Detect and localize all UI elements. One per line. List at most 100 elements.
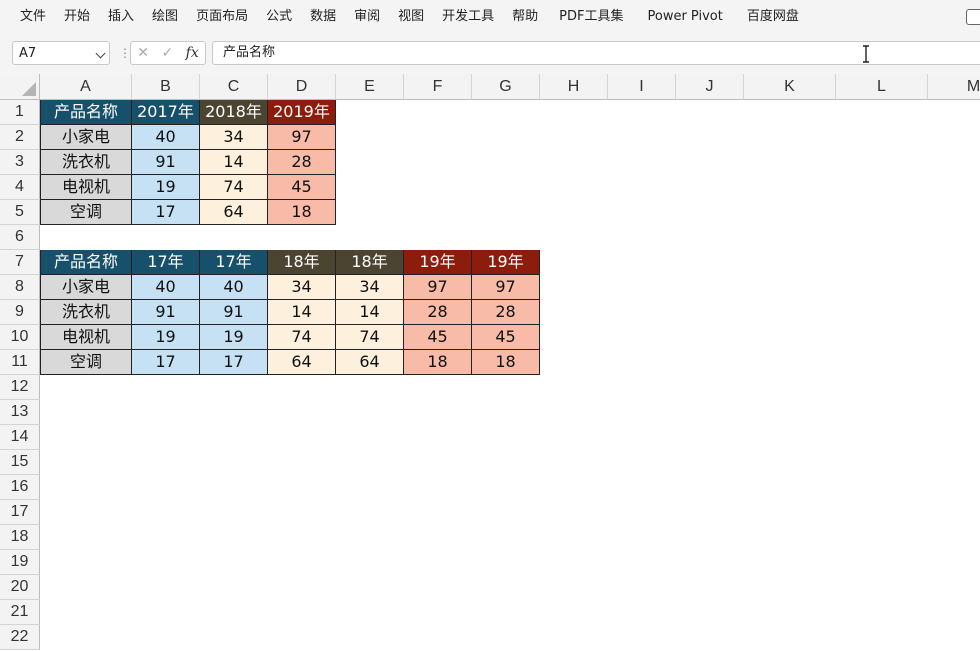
column-header[interactable]: L [836,74,928,100]
row-header[interactable]: 18 [0,525,40,550]
table-cell[interactable]: 28 [472,300,540,325]
table-header-cell[interactable]: 18年 [268,250,336,275]
menu-baidu-netdisk[interactable]: 百度网盘 [735,0,811,34]
table-cell[interactable]: 40 [200,275,268,300]
table-cell[interactable]: 18 [268,200,336,225]
table-header-cell[interactable]: 2017年 [132,100,200,125]
table-header-cell[interactable]: 产品名称 [40,100,132,125]
row-header[interactable]: 14 [0,425,40,450]
row-header[interactable]: 12 [0,375,40,400]
row-header[interactable]: 11 [0,350,40,375]
menu-formulas[interactable]: 公式 [257,0,301,34]
row-header[interactable]: 13 [0,400,40,425]
column-header[interactable]: M [928,74,980,100]
table-cell[interactable]: 64 [268,350,336,375]
table-header-cell[interactable]: 19年 [404,250,472,275]
menu-pdf-tools[interactable]: PDF工具集 [547,0,635,34]
table-cell[interactable]: 40 [132,125,200,150]
table-header-cell[interactable]: 19年 [472,250,540,275]
menu-review[interactable]: 审阅 [345,0,389,34]
table-cell[interactable]: 19 [132,325,200,350]
table-cell[interactable]: 91 [132,150,200,175]
row-header[interactable]: 8 [0,275,40,300]
table-header-cell[interactable]: 17年 [200,250,268,275]
table-cell[interactable]: 19 [200,325,268,350]
table-header-cell[interactable]: 2019年 [268,100,336,125]
table-cell[interactable]: 74 [268,325,336,350]
menu-insert[interactable]: 插入 [99,0,143,34]
table-header-cell[interactable]: 17年 [132,250,200,275]
table-cell[interactable]: 34 [336,275,404,300]
table-cell[interactable]: 97 [472,275,540,300]
insert-function-icon[interactable]: fx [186,45,199,61]
column-header[interactable]: A [40,74,132,100]
row-header[interactable]: 5 [0,200,40,225]
confirm-icon[interactable]: ✓ [161,45,173,61]
row-label-cell[interactable]: 空调 [40,200,132,225]
menu-data[interactable]: 数据 [301,0,345,34]
table-cell[interactable]: 18 [404,350,472,375]
menu-file[interactable]: 文件 [0,0,55,34]
menu-page-layout[interactable]: 页面布局 [187,0,257,34]
table-cell[interactable]: 17 [200,350,268,375]
row-header[interactable]: 16 [0,475,40,500]
table-cell[interactable]: 97 [404,275,472,300]
table-cell[interactable]: 17 [132,350,200,375]
row-label-cell[interactable]: 空调 [40,350,132,375]
row-header[interactable]: 15 [0,450,40,475]
table-cell[interactable]: 45 [268,175,336,200]
column-header[interactable]: H [540,74,608,100]
row-header[interactable]: 20 [0,575,40,600]
name-box[interactable]: A7 [12,41,110,65]
spreadsheet-grid[interactable]: A B C D E F G H I J K L M 1 2 3 4 5 6 7 8 9 10 11 12 13 14 15 16 17 18… [0,74,980,651]
column-header[interactable]: C [200,74,268,100]
menu-developer[interactable]: 开发工具 [433,0,503,34]
row-label-cell[interactable]: 电视机 [40,175,132,200]
row-header[interactable]: 9 [0,300,40,325]
cancel-icon[interactable]: ✕ [137,45,149,61]
column-header[interactable]: I [608,74,676,100]
row-label-cell[interactable]: 电视机 [40,325,132,350]
table-cell[interactable]: 34 [268,275,336,300]
menu-view[interactable]: 视图 [389,0,433,34]
row-header[interactable]: 7 [0,250,40,275]
table-cell[interactable]: 19 [132,175,200,200]
row-header[interactable]: 10 [0,325,40,350]
row-label-cell[interactable]: 小家电 [40,275,132,300]
table-cell[interactable]: 14 [268,300,336,325]
table-cell[interactable]: 18 [472,350,540,375]
row-header[interactable]: 17 [0,500,40,525]
row-header[interactable]: 6 [0,225,40,250]
column-header[interactable]: G [472,74,540,100]
table-cell[interactable]: 91 [132,300,200,325]
table-cell[interactable]: 74 [200,175,268,200]
menu-draw[interactable]: 绘图 [143,0,187,34]
table-cell[interactable]: 97 [268,125,336,150]
table-cell[interactable]: 91 [200,300,268,325]
select-all-button[interactable] [0,74,40,100]
row-header[interactable]: 21 [0,600,40,625]
column-header[interactable]: D [268,74,336,100]
row-header[interactable]: 19 [0,550,40,575]
table-cell[interactable]: 74 [336,325,404,350]
row-header[interactable]: 1 [0,100,40,125]
chevron-down-icon[interactable] [95,48,106,59]
table-header-cell[interactable]: 18年 [336,250,404,275]
row-label-cell[interactable]: 洗衣机 [40,150,132,175]
table-header-cell[interactable]: 2018年 [200,100,268,125]
table-cell[interactable]: 14 [336,300,404,325]
table-cell[interactable]: 28 [268,150,336,175]
column-header[interactable]: B [132,74,200,100]
table-cell[interactable]: 40 [132,275,200,300]
row-label-cell[interactable]: 洗衣机 [40,300,132,325]
table-cell[interactable]: 14 [200,150,268,175]
row-header[interactable]: 2 [0,125,40,150]
menu-power-pivot[interactable]: Power Pivot [636,0,735,34]
column-header[interactable]: E [336,74,404,100]
row-header[interactable]: 4 [0,175,40,200]
table-cell[interactable]: 45 [472,325,540,350]
table-cell[interactable]: 45 [404,325,472,350]
menu-help[interactable]: 帮助 [503,0,547,34]
row-header[interactable]: 3 [0,150,40,175]
row-header[interactable]: 22 [0,625,40,650]
